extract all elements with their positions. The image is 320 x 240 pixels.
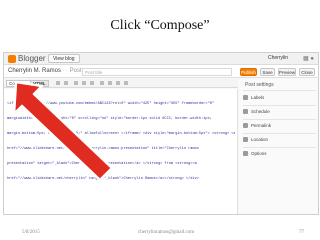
footer-page-number: 77 [299, 230, 304, 235]
sidebar-item-label: Labels [251, 95, 265, 100]
jump-break-icon[interactable] [124, 81, 128, 85]
slide-title: Click “Compose” [110, 18, 210, 33]
blog-name[interactable]: Cherrylin M. Ramos [8, 68, 61, 74]
sidebar-item-location[interactable]: Location [243, 137, 269, 143]
footer-email: cherrylinramos@gmail.com [138, 230, 195, 235]
undo-icon[interactable] [56, 81, 60, 85]
divider [243, 90, 316, 91]
bold-icon[interactable] [74, 81, 78, 85]
footer-date: 5/8/2015 [22, 230, 40, 235]
preview-button[interactable]: Preview [278, 68, 296, 76]
blogger-top-bar: Blogger View blog Cherrylin ▦ ● [4, 53, 318, 65]
video-icon[interactable] [116, 81, 120, 85]
divider [243, 119, 316, 120]
user-name[interactable]: Cherrylin [268, 55, 288, 61]
save-button[interactable]: Save [260, 68, 275, 76]
blogger-logo-icon [8, 55, 16, 63]
link-icon[interactable] [100, 81, 104, 85]
sidebar-item-label: Location [251, 137, 269, 142]
image-icon[interactable] [108, 81, 112, 85]
blogger-logo-text: Blogger [18, 54, 46, 63]
code-line: href="//www.slideshare.net/cherrylin" ta… [7, 177, 199, 181]
divider [243, 147, 316, 148]
sidebar-item-labels[interactable]: Labels [243, 95, 265, 101]
publish-button[interactable]: Publish [240, 68, 257, 76]
italic-icon[interactable] [82, 81, 86, 85]
post-settings-sidebar: Post settings Labels Schedule Permalink … [239, 79, 318, 214]
blogger-screenshot: Blogger View blog Cherrylin ▦ ● Cherryli… [3, 52, 319, 215]
code-line: href="//www.slideshare.net/cherrylin/che… [7, 147, 199, 151]
html-editor[interactable]: <iframe src="http://www.youtube.com/embe… [4, 89, 238, 214]
strike-icon[interactable] [90, 81, 94, 85]
post-title-input[interactable]: Post title [82, 68, 232, 76]
editor-code: <iframe src="http://www.youtube.com/embe… [7, 92, 235, 192]
post-title-row: Cherrylin M. Ramos · Post Post title Pub… [4, 65, 318, 78]
sidebar-item-label: Permalink [251, 123, 272, 128]
sidebar-item-label: Schedule [251, 109, 270, 114]
view-blog-button[interactable]: View blog [48, 54, 80, 63]
post-settings-heading[interactable]: Post settings [245, 82, 274, 88]
sidebar-item-label: Options [251, 151, 267, 156]
sidebar-item-options[interactable]: Options [243, 151, 267, 157]
gear-icon [243, 151, 248, 157]
html-button[interactable]: HTML [30, 80, 49, 87]
label-icon [243, 95, 248, 101]
link-icon [243, 123, 248, 129]
breadcrumb-post: · Post [66, 68, 82, 74]
code-line: margin-bottom:5px; max-width:100%;" allo… [7, 132, 235, 136]
sidebar-item-schedule[interactable]: Schedule [243, 109, 270, 115]
code-line: marginwidth="0" marginheight="0" scrolli… [7, 117, 212, 121]
apps-icon[interactable]: ▦ ● [303, 55, 314, 62]
code-line: <iframe src="http://www.youtube.com/embe… [7, 102, 215, 106]
compose-button[interactable]: Compose [6, 80, 32, 87]
close-button[interactable]: Close [299, 68, 315, 76]
code-line: presentation" target="_blank">Cherrylin … [7, 162, 197, 166]
divider [243, 133, 316, 134]
location-pin-icon [243, 137, 248, 143]
redo-icon[interactable] [64, 81, 68, 85]
clock-icon [243, 109, 248, 115]
editor-toolbar: Compose HTML [4, 79, 238, 88]
divider [243, 105, 316, 106]
sidebar-item-permalink[interactable]: Permalink [243, 123, 272, 129]
